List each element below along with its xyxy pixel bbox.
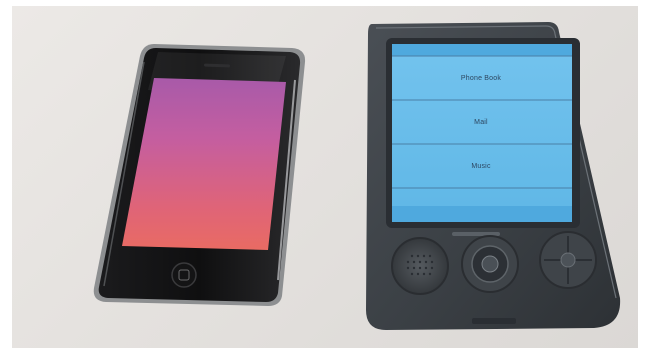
pda-status-bar xyxy=(392,44,572,56)
action-button-center xyxy=(560,252,576,268)
menu-item-phone-book: Phone Book xyxy=(392,56,570,100)
home-button xyxy=(171,262,197,288)
menu-item-label: Mail xyxy=(474,118,488,126)
smartphone-left-body xyxy=(93,44,306,306)
speaker-grille xyxy=(391,237,449,295)
menu-item-music: Music xyxy=(392,144,570,188)
menu-item-mail: Mail xyxy=(392,100,570,144)
menu-item-label: Music xyxy=(471,162,491,170)
photo-scene: Phone Book Mail Music xyxy=(0,0,648,354)
navigation-pad-center xyxy=(481,255,499,273)
pda-menu: Phone Book Mail Music xyxy=(392,56,570,212)
pda-phone-right: Phone Book Mail Music xyxy=(362,20,634,340)
menu-item-label: Phone Book xyxy=(460,74,502,82)
smartphone-left xyxy=(88,40,310,312)
bottom-connector xyxy=(472,318,516,324)
